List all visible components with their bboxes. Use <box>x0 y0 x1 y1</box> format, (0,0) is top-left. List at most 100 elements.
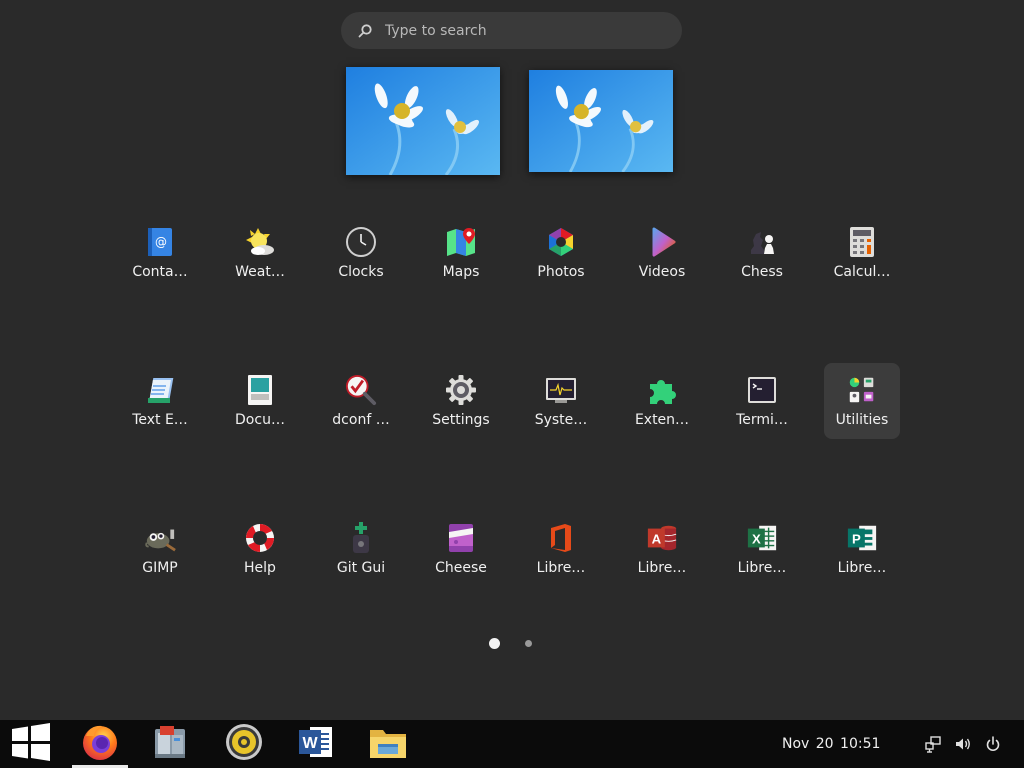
workspace-thumbnail[interactable] <box>346 67 500 175</box>
app-tile[interactable]: X Libre… <box>724 511 800 587</box>
settings-icon <box>445 374 477 406</box>
app-label: Calcul… <box>833 264 891 280</box>
taskbar-word[interactable]: W <box>288 720 344 768</box>
office-icon <box>545 522 577 554</box>
app-tile[interactable]: Maps <box>423 215 499 291</box>
terminal-icon <box>746 374 778 406</box>
taskbar-audio-player[interactable] <box>216 720 272 768</box>
access-icon: A <box>646 522 678 554</box>
app-tile[interactable]: Help <box>222 511 298 587</box>
git-gui-icon <box>345 522 377 554</box>
publisher-icon: P <box>846 522 878 554</box>
search-icon <box>357 22 375 40</box>
app-tile[interactable]: dconf … <box>323 363 399 439</box>
app-label: Clocks <box>338 264 384 280</box>
app-label: Exten… <box>634 412 690 428</box>
taskbar-file-cabinet[interactable] <box>144 720 198 768</box>
help-icon <box>244 522 276 554</box>
start-button[interactable] <box>0 720 62 768</box>
windows-start-icon <box>10 721 52 767</box>
text-editor-icon <box>144 374 176 406</box>
app-tile[interactable]: Photos <box>523 215 599 291</box>
app-tile[interactable]: Syste… <box>523 363 599 439</box>
app-label: Maps <box>442 264 480 280</box>
app-label: GIMP <box>142 560 178 576</box>
app-tile[interactable]: Utilities <box>824 363 900 439</box>
utilities-folder-icon <box>846 374 878 406</box>
calculator-icon <box>846 226 878 258</box>
svg-text:A: A <box>652 532 662 547</box>
app-tile[interactable]: @ Conta… <box>122 215 198 291</box>
excel-icon: X <box>746 522 778 554</box>
app-tile[interactable]: Videos <box>624 215 700 291</box>
app-label: Libre… <box>536 560 586 576</box>
maps-icon <box>445 226 477 258</box>
page-dot-2[interactable] <box>525 640 532 647</box>
app-label: Syste… <box>534 412 588 428</box>
document-viewer-icon <box>244 374 276 406</box>
clock[interactable]: Nov 20 10:51 <box>782 720 880 768</box>
app-tile[interactable]: Docu… <box>222 363 298 439</box>
file-cabinet-icon <box>152 723 190 765</box>
dconf-editor-icon <box>345 374 377 406</box>
app-tile[interactable]: Libre… <box>523 511 599 587</box>
app-tile[interactable]: Chess <box>724 215 800 291</box>
app-grid: @ Conta… Weat… Clocks Maps Photos Videos Chess C… <box>110 215 922 635</box>
extensions-icon <box>646 374 678 406</box>
app-tile[interactable]: GIMP <box>122 511 198 587</box>
app-label: Settings <box>432 412 490 428</box>
app-label: Docu… <box>235 412 285 428</box>
app-label: Conta… <box>132 264 188 280</box>
app-tile[interactable]: Text E… <box>122 363 198 439</box>
app-tile[interactable]: A Libre… <box>624 511 700 587</box>
app-tile[interactable]: Weat… <box>222 215 298 291</box>
taskbar-file-explorer[interactable] <box>360 720 416 768</box>
app-label: Cheese <box>435 560 487 576</box>
power-icon[interactable] <box>984 735 1004 753</box>
app-label: Libre… <box>837 560 887 576</box>
app-tile[interactable]: Calcul… <box>824 215 900 291</box>
word-icon: W <box>296 722 336 766</box>
svg-text:W: W <box>302 735 318 752</box>
app-label: Utilities <box>835 412 889 428</box>
app-tile[interactable]: Exten… <box>624 363 700 439</box>
app-tile[interactable]: Cheese <box>423 511 499 587</box>
network-icon[interactable] <box>924 735 944 753</box>
app-tile[interactable]: Settings <box>423 363 499 439</box>
photos-icon <box>545 226 577 258</box>
page-dot-1[interactable] <box>489 638 500 649</box>
svg-text:P: P <box>852 532 861 547</box>
app-tile[interactable]: Git Gui <box>323 511 399 587</box>
system-tray <box>924 720 1004 768</box>
page-indicator <box>0 637 1024 649</box>
cheese-icon <box>445 522 477 554</box>
clocks-icon <box>345 226 377 258</box>
clock-time: 10:51 <box>840 736 881 752</box>
firefox-icon <box>80 722 120 766</box>
gimp-icon <box>144 522 176 554</box>
app-tile[interactable]: Clocks <box>323 215 399 291</box>
taskbar: W Nov 20 10:51 <box>0 720 1024 768</box>
file-explorer-icon <box>367 722 409 766</box>
chess-icon <box>746 226 778 258</box>
search-bar[interactable] <box>341 12 682 49</box>
app-label: Termi… <box>736 412 788 428</box>
app-label: Libre… <box>637 560 687 576</box>
videos-icon <box>646 226 678 258</box>
app-label: dconf … <box>332 412 390 428</box>
workspace-thumbnail[interactable] <box>529 70 673 172</box>
search-input[interactable] <box>385 22 645 39</box>
system-monitor-icon <box>545 374 577 406</box>
svg-text:@: @ <box>155 235 167 249</box>
app-label: Help <box>244 560 276 576</box>
app-label: Chess <box>741 264 783 280</box>
clock-date: Nov 20 <box>782 736 834 752</box>
svg-text:X: X <box>752 532 761 547</box>
app-label: Libre… <box>737 560 787 576</box>
taskbar-firefox[interactable] <box>72 720 128 768</box>
audio-player-icon <box>224 722 264 766</box>
volume-icon[interactable] <box>954 735 974 753</box>
app-label: Git Gui <box>336 560 386 576</box>
app-tile[interactable]: P Libre… <box>824 511 900 587</box>
app-tile[interactable]: Termi… <box>724 363 800 439</box>
